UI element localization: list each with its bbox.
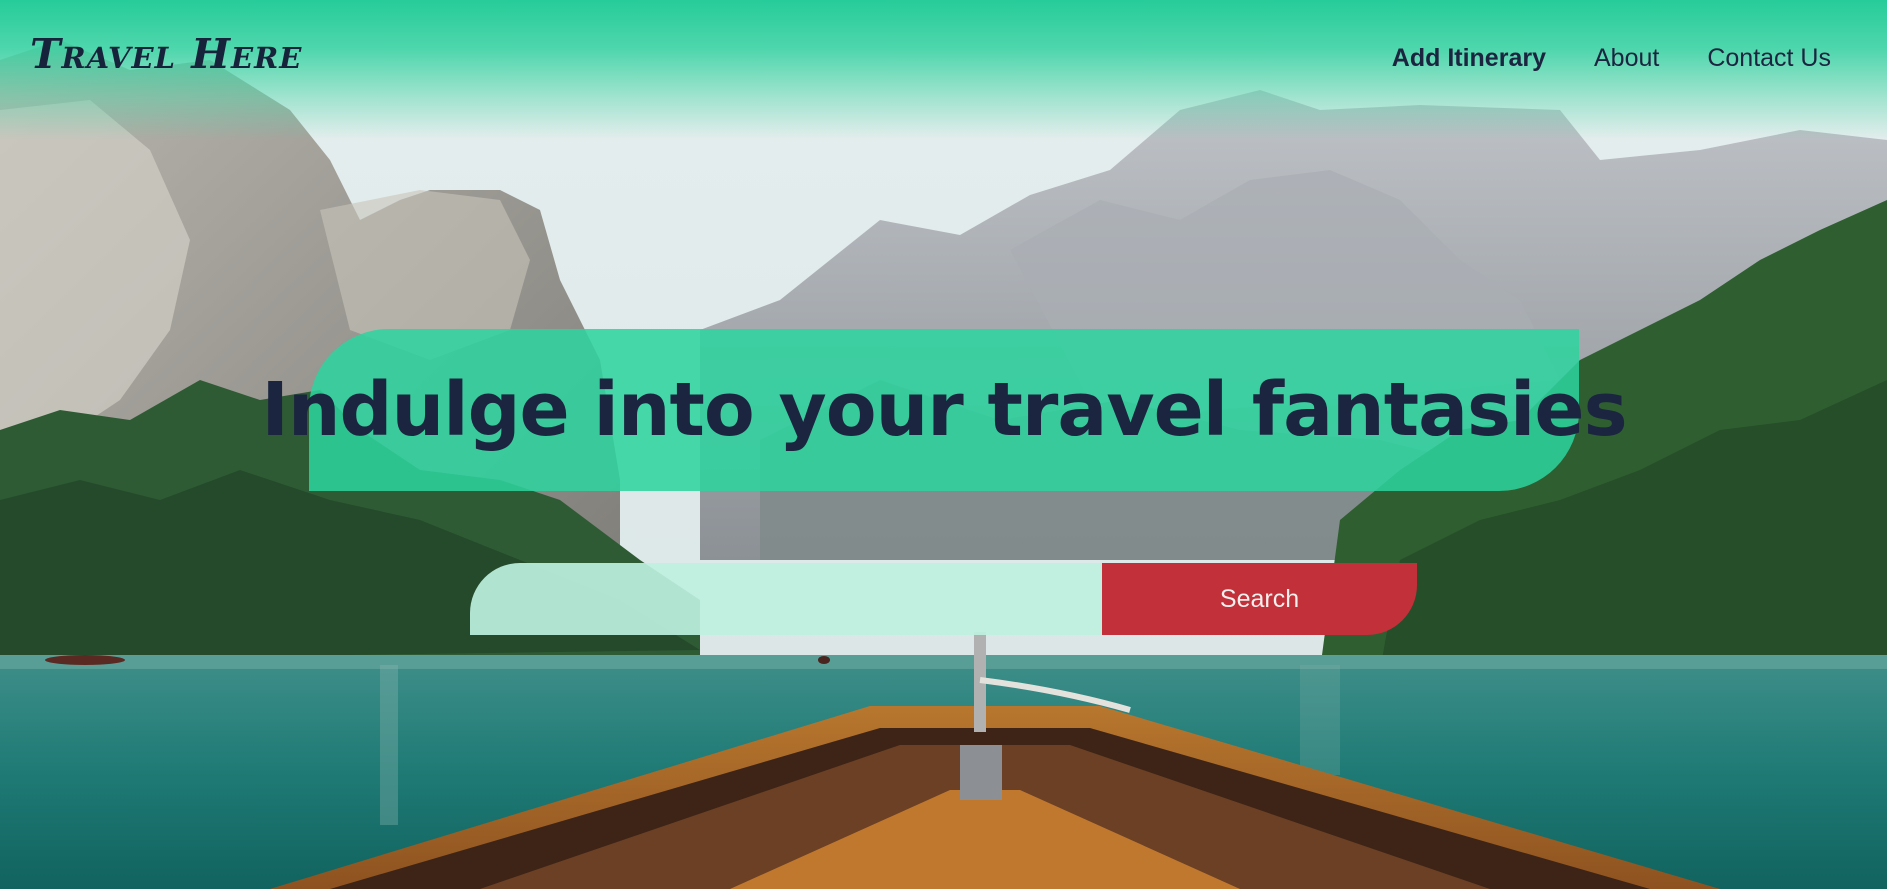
search-bar: Search — [470, 563, 1417, 635]
nav-about[interactable]: About — [1594, 44, 1659, 73]
search-button[interactable]: Search — [1102, 563, 1417, 635]
nav-contact-us[interactable]: Contact Us — [1707, 44, 1831, 73]
nav-add-itinerary[interactable]: Add Itinerary — [1392, 44, 1546, 73]
search-input[interactable] — [470, 563, 1102, 635]
main-nav: Add Itinerary About Contact Us — [1392, 44, 1831, 73]
hero-title: Indulge into your travel fantasies — [261, 367, 1627, 453]
site-logo[interactable]: Travel Here — [30, 30, 302, 78]
hero-banner: Indulge into your travel fantasies — [261, 329, 1628, 491]
